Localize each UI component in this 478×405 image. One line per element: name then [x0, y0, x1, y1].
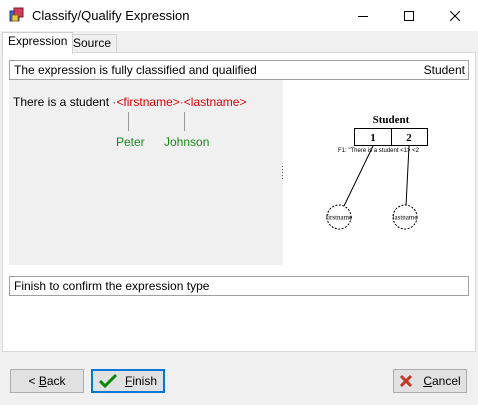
expression-text: There is a student ·<firstname>·<lastnam… [13, 95, 247, 109]
finish-rest: inish [132, 374, 158, 388]
tab-expression[interactable]: Expression [2, 32, 74, 54]
checkmark-icon [98, 373, 117, 389]
back-prefix: < [28, 374, 39, 388]
variable-firstname[interactable]: <firstname> [116, 95, 179, 109]
expression-plain: There is a student [13, 95, 110, 109]
tab-strip: Expression Source [0, 32, 478, 54]
status-bar: The expression is fully classified and q… [9, 60, 469, 80]
entity-lastname-label: lastname [393, 214, 418, 222]
minimize-button[interactable] [340, 0, 386, 31]
title-bar: Classify/Qualify Expression [0, 0, 478, 31]
back-button-label: < Back [28, 374, 65, 388]
variable-lastname[interactable]: <lastname> [184, 95, 247, 109]
x-icon [400, 374, 413, 388]
diagram-type-name: Student [373, 114, 410, 126]
cancel-mnemonic: C [423, 374, 432, 388]
tab-expression-label: Expression [8, 34, 68, 48]
value-firstname: Peter [116, 135, 145, 149]
lastname-leader-line [184, 112, 185, 131]
finish-button[interactable]: Finish [91, 369, 165, 393]
close-button[interactable] [432, 0, 478, 31]
role-slot-2: 2 [406, 132, 412, 144]
close-icon [450, 10, 460, 21]
entity-firstname-label: firstname [326, 214, 352, 222]
diagram-caption: F1: "There is a student <1> <2 [338, 148, 420, 154]
app-icon [9, 7, 24, 22]
cancel-button[interactable]: Cancel [393, 369, 467, 393]
cancel-button-label: Cancel [423, 374, 460, 388]
role-slot-1: 1 [370, 132, 376, 144]
maximize-button[interactable] [386, 0, 432, 31]
instruction-text: Finish to confirm the expression type [14, 279, 210, 293]
minimize-icon [358, 15, 368, 17]
finish-button-label: Finish [125, 374, 157, 388]
cancel-rest: ancel [431, 374, 461, 388]
status-type: Student [423, 63, 465, 77]
back-mnemonic: B [38, 374, 47, 388]
firstname-leader-line [128, 112, 129, 131]
maximize-icon [404, 10, 414, 21]
status-message: The expression is fully classified and q… [14, 63, 257, 77]
diagram-pane: Student 1 2 F1: "There is a student <1> … [284, 80, 467, 265]
back-button[interactable]: < Back [10, 369, 84, 393]
window-title: Classify/Qualify Expression [32, 8, 190, 23]
value-lastname: Johnson [164, 135, 210, 149]
tab-source-label: Source [73, 36, 112, 50]
expression-pane: There is a student ·<firstname>·<lastnam… [9, 80, 283, 265]
fact-type-diagram: Student 1 2 F1: "There is a student <1> … [326, 114, 428, 230]
back-rest: ack [46, 374, 66, 388]
connector-lastname [405, 145, 410, 207]
tab-source[interactable]: Source [67, 34, 118, 53]
connector-firstname [343, 145, 374, 207]
instruction-bar: Finish to confirm the expression type [9, 276, 469, 296]
